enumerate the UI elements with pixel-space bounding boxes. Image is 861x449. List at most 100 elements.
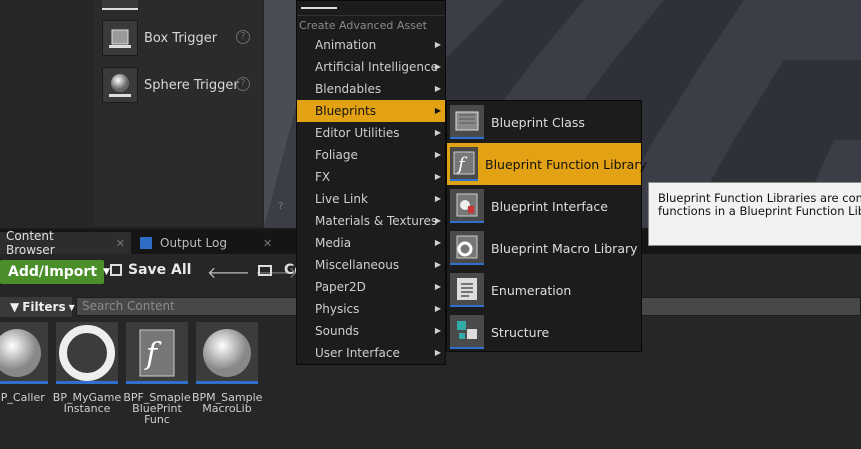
submenu-arrow-icon: ▶ [434,40,441,49]
submenu-arrow-icon: ▶ [434,128,441,137]
tab-content-browser[interactable]: Content Browser ✕ [0,229,131,257]
submenu-item[interactable]: Blueprint Macro Library [447,227,641,269]
submenu-item[interactable]: f Blueprint Function Library [447,143,647,185]
add-import-label: Add/Import [8,264,98,280]
tooltip-line: functions in a Blueprint Function Libra [658,204,861,218]
help-icon[interactable]: ? [236,77,250,91]
menu-item[interactable]: Foliage ▶ [297,144,445,166]
submenu-item[interactable]: Blueprint Class [447,101,641,143]
save-icon [110,264,122,276]
help-icon[interactable]: ? [236,30,250,44]
menu-item-label: Materials & Textures [315,214,438,228]
folder-icon [258,264,272,276]
asset-tile[interactable] [56,322,118,384]
editor-window: { "place_actors": { "items": [ {"label":… [0,0,861,449]
chevron-down-icon: ▼ [68,302,75,312]
menu-item[interactable]: Blendables ▶ [297,78,445,100]
create-asset-menu: Create Advanced Asset Animation ▶ Artifici… [296,0,446,365]
close-icon[interactable]: ✕ [116,237,125,250]
submenu-item-label: Enumeration [491,282,572,298]
submenu-arrow-icon: ▶ [434,62,441,71]
menu-item[interactable]: Animation ▶ [297,34,445,56]
submenu-arrow-icon: ▶ [434,260,441,269]
sphere-thumbnail-icon [0,329,41,377]
menu-item[interactable]: Live Link ▶ [297,188,445,210]
menu-item[interactable]: User Interface ▶ [297,342,445,364]
menu-item-label: Foliage [315,148,358,162]
submenu-arrow-icon: ▶ [434,238,441,247]
asset-tile[interactable]: f [126,322,188,384]
game-instance-icon [59,325,115,381]
submenu-arrow-icon: ▶ [434,150,441,159]
menu-item[interactable]: Editor Utilities ▶ [297,122,445,144]
submenu-arrow-icon: ▶ [434,216,441,225]
submenu-item-label: Blueprint Function Library [485,156,647,172]
close-icon[interactable]: ✕ [263,237,272,250]
menu-top-thumbnail [301,1,337,9]
function-library-icon: f [450,147,478,181]
menu-item[interactable]: Media ▶ [297,232,445,254]
sphere-thumbnail-icon [203,329,251,377]
submenu-item-label: Blueprint Interface [491,198,608,214]
menu-item[interactable]: Physics ▶ [297,298,445,320]
menu-item-label: Blendables [315,82,382,96]
menu-item[interactable]: Sounds ▶ [297,320,445,342]
save-all-button[interactable]: Save All [110,262,191,278]
asset-label: BP_MyGame Instance [52,391,122,415]
submenu-item[interactable]: Enumeration [447,269,641,311]
box-trigger-icon [102,20,138,56]
submenu-arrow-icon: ▶ [434,194,441,203]
submenu-item-label: Structure [491,324,550,340]
menu-item-label: FX [315,170,331,184]
add-import-button[interactable]: Add/Import ▼ [0,260,110,284]
menu-item-label: Physics [315,302,360,316]
filters-button[interactable]: ▼ Filters ▼ [0,297,75,317]
blueprints-submenu: Blueprint Class f Blueprint Function Libra… [446,100,647,353]
place-actor-label: Box Trigger [144,30,218,46]
menu-item-label: Paper2D [315,280,366,294]
tab-output-log[interactable]: Output Log ✕ [134,232,284,254]
tab-label: Output Log [160,236,227,250]
asset-tile[interactable] [0,322,48,384]
menu-item-label: User Interface [315,346,400,360]
menu-item[interactable]: Artificial Intelligence ▶ [297,56,445,78]
submenu-arrow-icon: ▶ [434,84,441,93]
asset-label: BPF_Smaple BluePrint Func [123,391,191,426]
menu-item-label: Sounds [315,324,360,338]
menu-item[interactable]: Miscellaneous ▶ [297,254,445,276]
menu-item[interactable]: FX ▶ [297,166,445,188]
previous-item-thumbnail [102,0,138,10]
asset-label: BP_Caller [0,391,45,404]
output-log-icon [140,237,152,249]
submenu-arrow-icon: ▶ [434,304,441,313]
function-library-icon: f [139,329,175,377]
submenu-arrow-icon: ▶ [434,106,441,115]
blueprint-interface-icon [450,189,484,223]
svg-text:?: ? [278,201,283,212]
menu-item[interactable]: Blueprints ▶ [297,100,445,122]
menu-item-label: Editor Utilities [315,126,400,140]
chevron-down-icon: ▼ [103,267,110,277]
place-actor-box-trigger[interactable]: Box Trigger ? [102,18,262,58]
divider [297,15,445,16]
menu-section-header: Create Advanced Asset [299,19,427,32]
submenu-arrow-icon: ▶ [434,348,441,357]
menu-item[interactable]: Materials & Textures ▶ [297,210,445,232]
menu-item-label: Animation [315,38,377,52]
back-arrow-icon[interactable]: 🡐 [207,263,250,282]
blueprint-class-icon [450,105,484,139]
asset-tile[interactable] [196,322,258,384]
place-actor-sphere-trigger[interactable]: Sphere Trigger ? [102,65,262,105]
macro-library-icon [450,231,484,265]
tooltip: Blueprint Function Libraries are conta f… [648,182,861,246]
menu-item-label: Miscellaneous [315,258,400,272]
enumeration-icon [450,273,484,307]
submenu-item-label: Blueprint Class [491,114,585,130]
place-actors-list: Box Trigger ? Sphere Trigger ? [94,0,262,226]
submenu-item[interactable]: Structure [447,311,641,353]
submenu-arrow-icon: ▶ [434,282,441,291]
menu-item[interactable]: Paper2D ▶ [297,276,445,298]
submenu-arrow-icon: ▶ [434,326,441,335]
submenu-item[interactable]: Blueprint Interface [447,185,641,227]
menu-item-label: Media [315,236,352,250]
